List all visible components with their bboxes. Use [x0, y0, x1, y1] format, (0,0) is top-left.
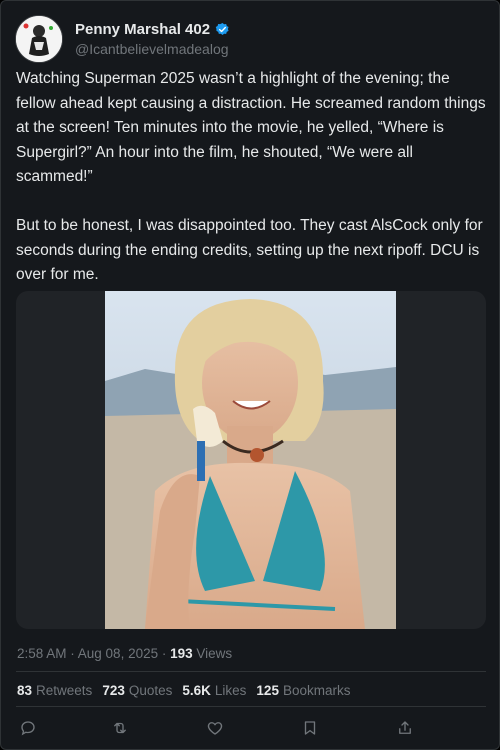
divider: [16, 671, 486, 672]
views-count: 193: [170, 646, 193, 661]
stat-quotes[interactable]: 723 Quotes: [102, 683, 172, 698]
stat-label: Likes: [214, 683, 247, 698]
tweet-text: Watching Superman 2025 wasn’t a highligh…: [16, 70, 486, 283]
photo-image: [105, 291, 396, 629]
bookmark-button[interactable]: [299, 717, 321, 739]
divider: [16, 706, 486, 707]
views-label: Views: [196, 646, 233, 661]
stat-likes[interactable]: 5.6K Likes: [182, 683, 246, 698]
stat-bookmarks[interactable]: 125 Bookmarks: [256, 683, 350, 698]
tweet-header: Penny Marshal 402 @Icantbelievelmadealog: [15, 15, 230, 63]
stat-retweets[interactable]: 83 Retweets: [17, 683, 92, 698]
engagement-stats: 83 Retweets 723 Quotes 5.6K Likes 125 Bookma…: [17, 683, 350, 698]
stat-count: 5.6K: [182, 683, 211, 698]
stat-count: 723: [102, 683, 125, 698]
meta-separator: ·: [158, 646, 171, 661]
stat-label: Retweets: [36, 683, 93, 698]
stat-count: 83: [17, 683, 33, 698]
timestamp[interactable]: 2:58 AM · Aug 08, 2025: [17, 646, 158, 661]
tweet-card: Penny Marshal 402 @Icantbelievelmadealog…: [0, 0, 500, 750]
like-button[interactable]: [204, 717, 226, 739]
name-row: Penny Marshal 402: [75, 21, 230, 38]
stat-label: Quotes: [128, 683, 173, 698]
share-button[interactable]: [394, 717, 416, 739]
reply-icon: [21, 721, 35, 736]
display-name[interactable]: Penny Marshal 402: [75, 21, 210, 38]
author-info: Penny Marshal 402 @Icantbelievelmadealog: [75, 21, 230, 57]
action-bar: [1, 713, 499, 743]
tweet-media[interactable]: [16, 291, 486, 629]
retweet-button[interactable]: [109, 717, 131, 739]
retweet-icon: [114, 722, 126, 734]
avatar-image: [16, 16, 62, 62]
tweet-meta: 2:58 AM · Aug 08, 2025 · 193 Views: [17, 646, 232, 661]
bookmark-icon: [304, 721, 316, 735]
heart-icon: [207, 722, 223, 735]
reply-button[interactable]: [17, 717, 39, 739]
handle[interactable]: @Icantbelievelmadealog: [75, 41, 230, 57]
stat-count: 125: [256, 683, 279, 698]
share-icon: [399, 721, 411, 734]
avatar[interactable]: [15, 15, 63, 63]
verified-badge-icon: [215, 22, 229, 35]
tweet-photo[interactable]: [105, 291, 396, 629]
stat-label: Bookmarks: [282, 683, 351, 698]
